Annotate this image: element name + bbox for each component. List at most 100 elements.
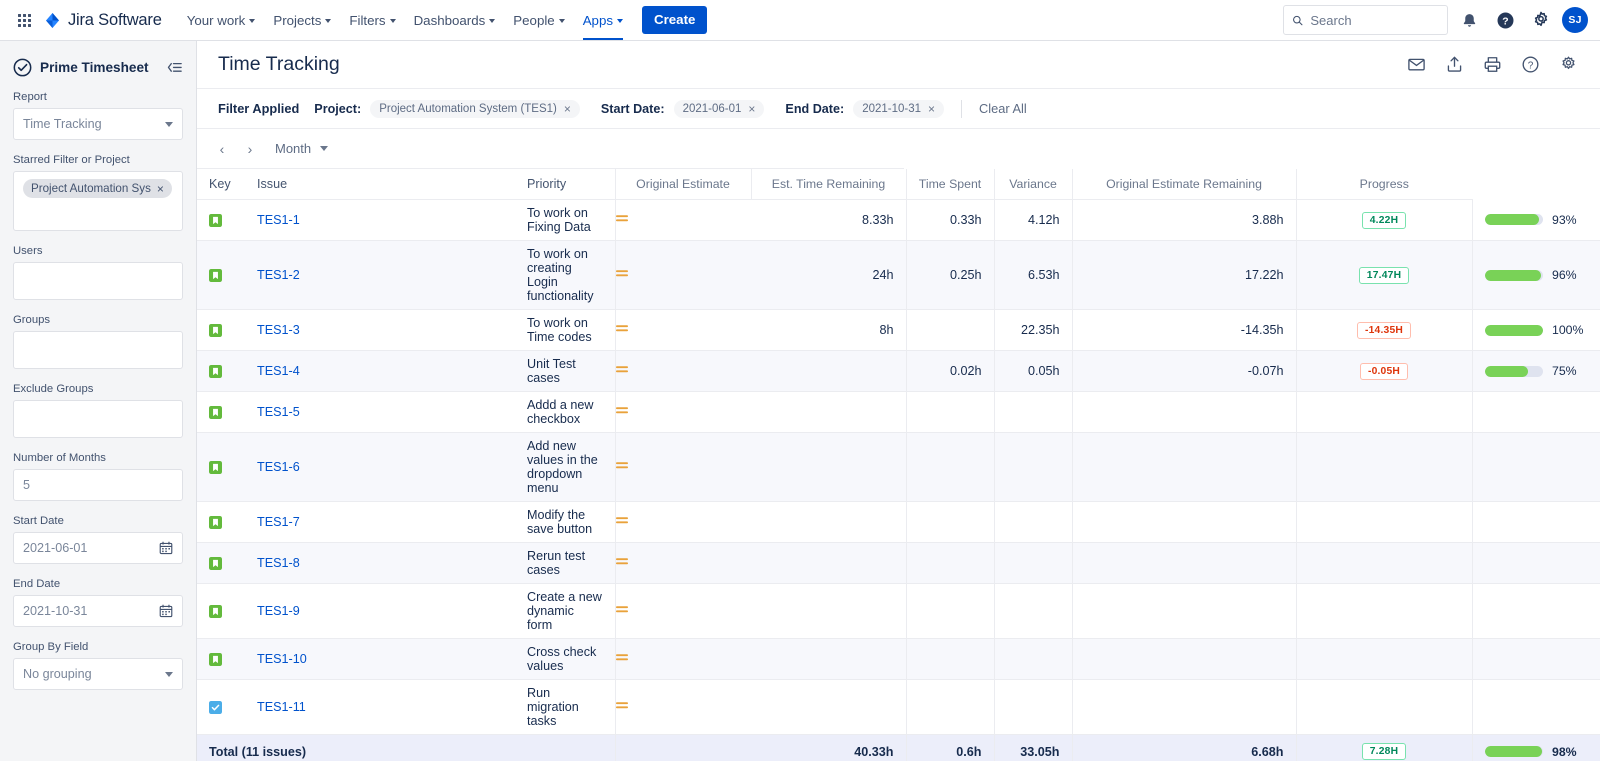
issue-key-link[interactable]: TES1-4: [257, 364, 300, 378]
progress-bar-fill: [1484, 269, 1541, 281]
remove-tag-icon[interactable]: ×: [157, 183, 164, 195]
issue-key-link[interactable]: TES1-1: [257, 213, 300, 227]
table-row[interactable]: TES1-1 To work on Fixing Data 8.33h 0.33h 4.…: [197, 199, 1600, 241]
clear-all-button[interactable]: Clear All: [979, 101, 1027, 116]
original-estimate-cell: 8.33h: [751, 199, 906, 241]
nav-item-projects[interactable]: Projects: [264, 0, 340, 40]
nav-item-dashboards[interactable]: Dashboards: [405, 0, 505, 40]
issue-key-link[interactable]: TES1-11: [257, 700, 306, 714]
email-icon[interactable]: [1406, 55, 1426, 75]
issue-key-cell[interactable]: TES1-3: [245, 309, 515, 351]
issue-key-link[interactable]: TES1-9: [257, 604, 300, 618]
nav-item-apps[interactable]: Apps: [574, 0, 632, 40]
issue-key-cell[interactable]: TES1-1: [245, 199, 515, 241]
next-period-icon[interactable]: ›: [239, 138, 261, 160]
original-estimate-remaining-cell: [1295, 583, 1472, 639]
issue-key-cell[interactable]: TES1-5: [245, 391, 515, 433]
issue-key-cell[interactable]: TES1-4: [245, 350, 515, 392]
print-icon[interactable]: [1482, 55, 1502, 75]
help-icon[interactable]: ?: [1490, 5, 1520, 35]
groups-input[interactable]: [13, 331, 183, 369]
field-exclude-groups: Exclude Groups: [13, 383, 183, 438]
nav-item-filters[interactable]: Filters: [340, 0, 404, 40]
issue-key-cell[interactable]: TES1-2: [245, 240, 515, 310]
table-row[interactable]: TES1-6 Add new values in the dropdown men…: [197, 432, 1600, 502]
table-row[interactable]: TES1-8 Rerun test cases: [197, 542, 1600, 584]
remove-filter-icon[interactable]: ×: [928, 103, 935, 115]
start-date-input[interactable]: 2021-06-01: [13, 532, 183, 564]
issue-key-link[interactable]: TES1-7: [257, 515, 300, 529]
sidebar-title: Prime Timesheet: [40, 60, 149, 75]
jira-brand-logo[interactable]: Jira Software: [44, 11, 162, 30]
exclude-groups-input[interactable]: [13, 400, 183, 438]
priority-cell: [614, 309, 751, 351]
table-row[interactable]: TES1-5 Addd a new checkbox: [197, 391, 1600, 433]
issue-key-link[interactable]: TES1-6: [257, 460, 300, 474]
issue-key-link[interactable]: TES1-10: [257, 652, 307, 666]
table-row[interactable]: TES1-10 Cross check values: [197, 638, 1600, 680]
issue-summary-cell: Create a new dynamic form: [515, 583, 615, 639]
search-box[interactable]: [1283, 5, 1448, 35]
remove-filter-icon[interactable]: ×: [564, 103, 571, 115]
issue-key-link[interactable]: TES1-3: [257, 323, 300, 337]
issue-summary-cell: To work on Time codes: [515, 309, 615, 351]
settings-gear-icon[interactable]: [1558, 55, 1578, 75]
issue-type-cell: [197, 432, 245, 502]
issue-key-link[interactable]: TES1-2: [257, 268, 300, 282]
remove-filter-icon[interactable]: ×: [748, 103, 755, 115]
issue-key-cell[interactable]: TES1-7: [245, 501, 515, 543]
calendar-icon[interactable]: [159, 541, 173, 555]
total-priority-cell: [614, 734, 751, 761]
nav-label: Dashboards: [413, 12, 486, 28]
table-row[interactable]: TES1-7 Modify the save button: [197, 501, 1600, 543]
starred-filter-tag[interactable]: Project Automation Sys ×: [23, 179, 172, 198]
search-input[interactable]: [1310, 12, 1439, 28]
table-row[interactable]: TES1-2 To work on creating Login function…: [197, 240, 1600, 310]
create-button[interactable]: Create: [642, 6, 708, 34]
number-of-months-input[interactable]: 5: [13, 469, 183, 501]
apps-grid-icon[interactable]: [10, 6, 38, 34]
progress-cell-wrap: [1471, 432, 1600, 502]
period-granularity-select[interactable]: Month: [275, 141, 329, 156]
field-label: Report: [13, 91, 47, 103]
time-spent-cell: [993, 542, 1072, 584]
issue-key-link[interactable]: TES1-8: [257, 556, 300, 570]
issue-key-cell[interactable]: TES1-9: [245, 583, 515, 639]
notifications-icon[interactable]: [1454, 5, 1484, 35]
filter-chip-start-date[interactable]: 2021-06-01 ×: [673, 99, 765, 118]
table-row[interactable]: TES1-4 Unit Test cases 0.02h 0.05h -0.07h -0.…: [197, 350, 1600, 392]
issue-type-story-icon: [209, 557, 222, 571]
starred-filter-input[interactable]: Project Automation Sys ×: [13, 171, 183, 231]
nav-item-people[interactable]: People: [504, 0, 573, 40]
issue-key-link[interactable]: TES1-5: [257, 405, 300, 419]
issue-summary-cell: To work on creating Login functionality: [515, 240, 615, 310]
table-row[interactable]: TES1-11 Run migration tasks: [197, 679, 1600, 735]
prev-period-icon[interactable]: ‹: [211, 138, 233, 160]
variance-cell: -0.07h: [1071, 350, 1296, 392]
issue-key-cell[interactable]: TES1-6: [245, 432, 515, 502]
issue-type-cell: [197, 391, 245, 433]
group-by-select[interactable]: No grouping: [13, 658, 183, 690]
settings-gear-icon[interactable]: [1526, 5, 1556, 35]
end-date-input[interactable]: 2021-10-31: [13, 595, 183, 627]
est-time-remaining-cell: 0.33h: [905, 199, 994, 241]
issue-key-cell[interactable]: TES1-10: [245, 638, 515, 680]
export-icon[interactable]: [1444, 55, 1464, 75]
table-row[interactable]: TES1-9 Create a new dynamic form: [197, 583, 1600, 639]
table-row[interactable]: TES1-3 To work on Time codes 8h 22.35h -14.3…: [197, 309, 1600, 351]
users-input[interactable]: [13, 262, 183, 300]
report-select[interactable]: Time Tracking: [13, 108, 183, 140]
collapse-sidebar-icon[interactable]: [165, 59, 183, 77]
help-circle-icon[interactable]: ?: [1520, 55, 1540, 75]
priority-cell: [614, 583, 751, 639]
chevron-down-icon: [249, 19, 256, 23]
issue-type-story-icon: [209, 516, 222, 530]
filter-chip-project[interactable]: Project Automation System (TES1) ×: [370, 99, 580, 118]
time-spent-cell: 4.12h: [993, 199, 1072, 241]
user-avatar[interactable]: SJ: [1562, 7, 1588, 33]
issue-key-cell[interactable]: TES1-11: [245, 679, 515, 735]
filter-chip-end-date[interactable]: 2021-10-31 ×: [853, 99, 945, 118]
nav-item-your-work[interactable]: Your work: [178, 0, 265, 40]
calendar-icon[interactable]: [159, 604, 173, 618]
issue-key-cell[interactable]: TES1-8: [245, 542, 515, 584]
